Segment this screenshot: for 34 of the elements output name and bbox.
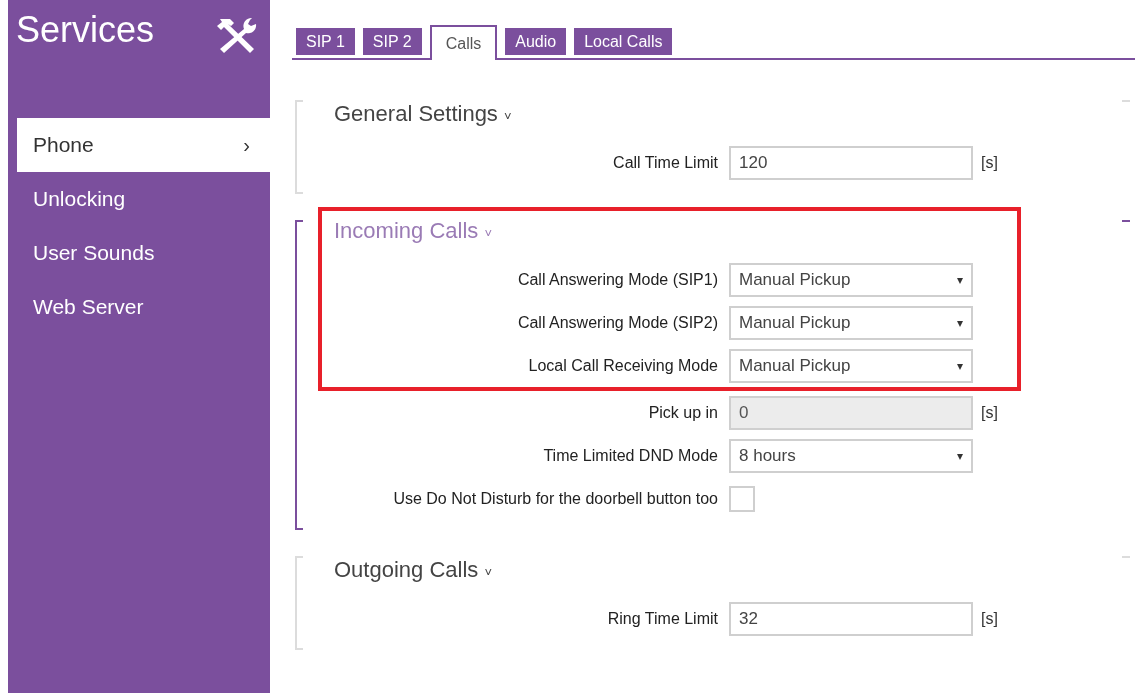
field-label: Call Answering Mode (SIP1) xyxy=(517,269,718,290)
dropdown[interactable]: 8 hours ▾ xyxy=(729,438,973,473)
tab[interactable]: SIP 2 xyxy=(362,28,422,55)
sidebar-item[interactable]: Web Server xyxy=(17,280,270,334)
text-field[interactable]: 120 xyxy=(729,145,973,180)
unit-label: [s] xyxy=(981,402,998,423)
dropdown[interactable]: Manual Pickup ▾ xyxy=(729,262,973,297)
dropdown[interactable]: Manual Pickup ▾ xyxy=(729,305,973,340)
unit-label: [s] xyxy=(981,608,998,629)
sidebar-title: Services xyxy=(16,12,155,48)
field-label: Ring Time Limit xyxy=(607,608,718,629)
field-label: Time Limited DND Mode xyxy=(543,445,718,466)
field-label: Call Answering Mode (SIP2) xyxy=(517,312,718,333)
tab[interactable]: Audio xyxy=(505,28,567,55)
field-label: Pick up in xyxy=(648,402,718,423)
tab[interactable]: SIP 1 xyxy=(296,28,355,55)
section-header[interactable]: General Settings ˅ xyxy=(322,102,512,129)
bracket-tick xyxy=(1122,556,1130,558)
unit-label: [s] xyxy=(981,152,998,173)
field-label: Use Do Not Disturb for the doorbell button too xyxy=(393,488,718,509)
sidebar-item[interactable]: User Sounds xyxy=(17,226,270,280)
checkbox[interactable] xyxy=(729,485,755,512)
tab[interactable]: Local Calls xyxy=(574,28,673,55)
field-label: Local Call Receiving Mode xyxy=(528,355,718,376)
section-header[interactable]: Incoming Calls ˅ xyxy=(322,219,492,246)
dropdown[interactable]: Manual Pickup ▾ xyxy=(729,348,973,383)
field-label: Call Time Limit xyxy=(613,152,718,173)
sidebar-item[interactable]: Unlocking xyxy=(17,172,270,226)
text-field[interactable]: 32 xyxy=(729,601,973,636)
tab[interactable]: Calls xyxy=(429,25,498,60)
section-header[interactable]: Outgoing Calls ˅ xyxy=(322,558,493,585)
bracket-tick xyxy=(1122,220,1130,222)
bracket-tick xyxy=(1122,100,1130,102)
sidebar-item[interactable]: Phone › xyxy=(17,118,270,172)
